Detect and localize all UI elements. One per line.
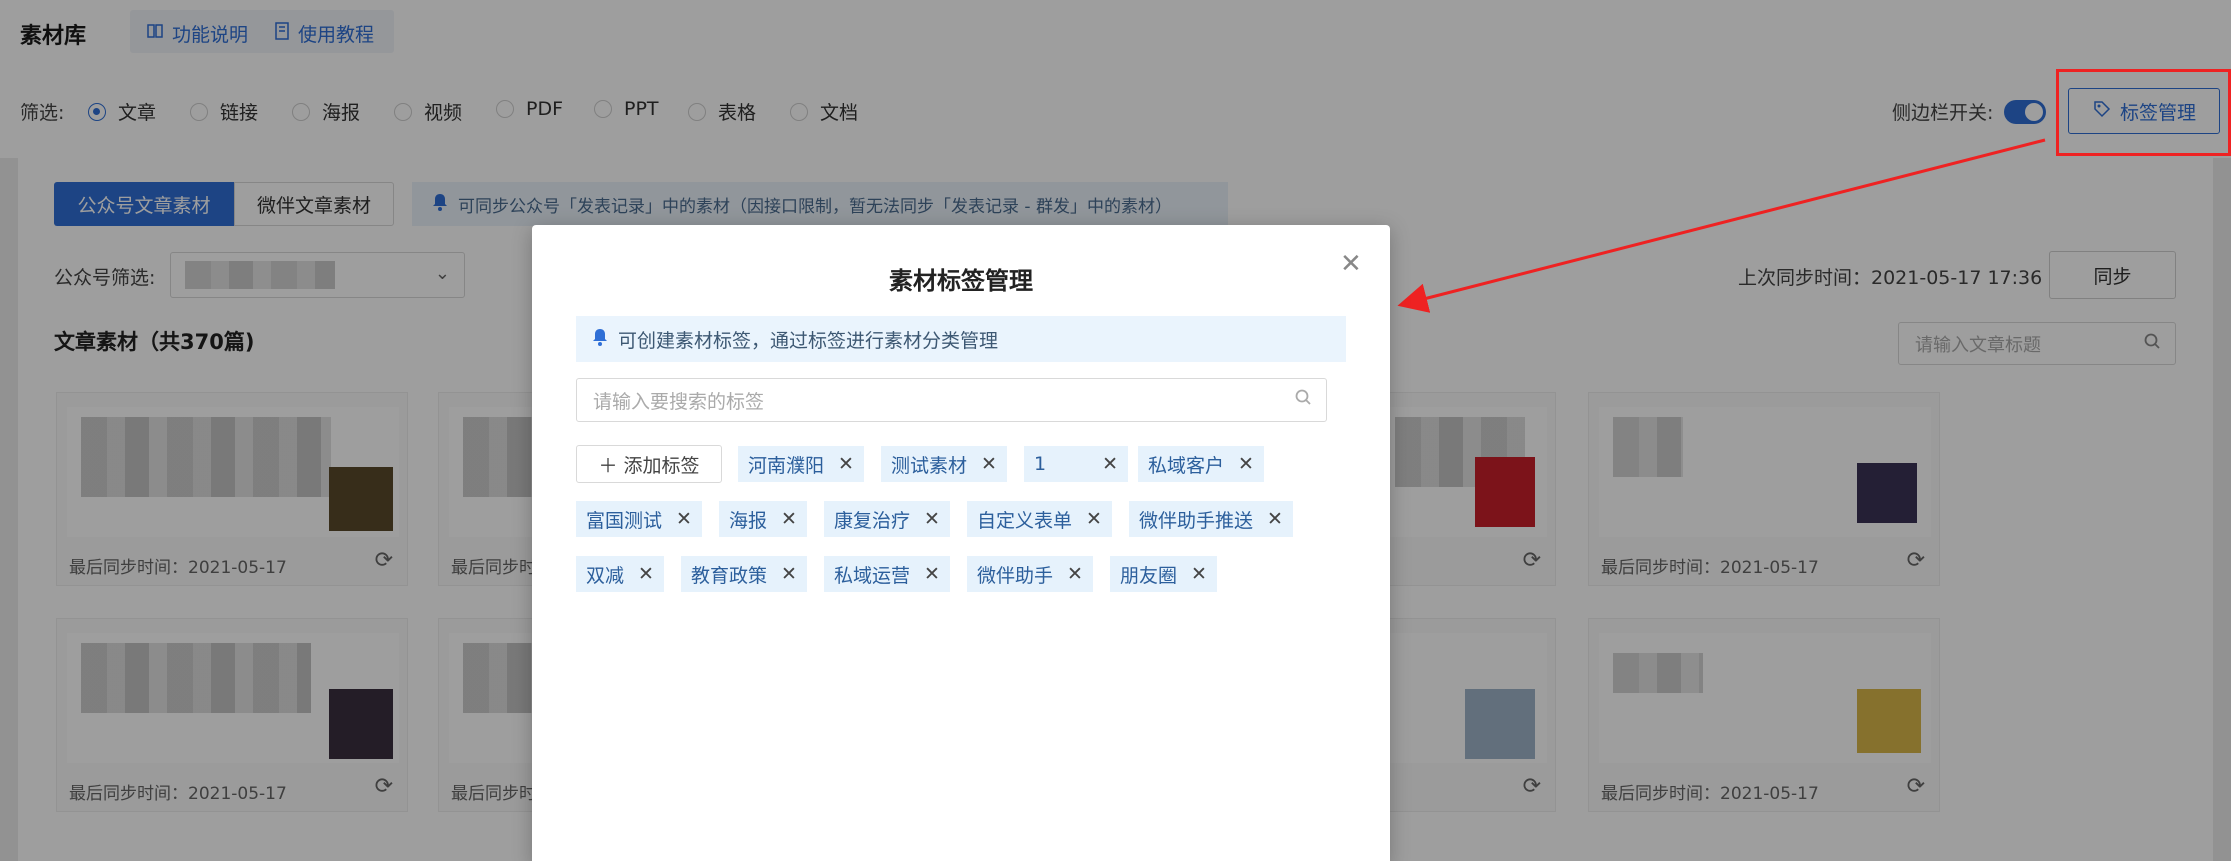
close-icon[interactable]: ✕: [1238, 453, 1254, 475]
search-icon: [1294, 388, 1312, 411]
add-tag-button[interactable]: ＋添加标签: [576, 445, 722, 483]
tag-chip: 微伴助手推送 ✕: [1129, 501, 1293, 537]
add-tag-label: 添加标签: [623, 454, 700, 477]
modal-title: 素材标签管理: [889, 267, 1033, 295]
tag-label: 微伴助手推送: [1139, 509, 1254, 532]
tag-management-modal: 素材标签管理 ✕ 可创建素材标签，通过标签进行素材分类管理 请输入要搜索的标签 …: [532, 225, 1390, 861]
close-icon[interactable]: ✕: [1267, 508, 1283, 530]
modal-notice: 可创建素材标签，通过标签进行素材分类管理: [576, 316, 1346, 362]
close-icon[interactable]: ✕: [1102, 453, 1118, 475]
tag-chip: 私域运营 ✕: [824, 556, 950, 592]
close-icon[interactable]: ✕: [781, 563, 797, 585]
tag-chip: 1 ✕: [1024, 446, 1128, 482]
tag-label: 私域运营: [834, 564, 911, 587]
tag-label: 测试素材: [891, 454, 968, 477]
tag-label: 1: [1034, 453, 1047, 475]
tag-label: 私域客户: [1148, 454, 1225, 477]
close-icon[interactable]: ✕: [1086, 508, 1102, 530]
close-icon[interactable]: ✕: [981, 453, 997, 475]
tag-label: 康复治疗: [834, 509, 911, 532]
tag-label: 教育政策: [691, 564, 768, 587]
tag-chip: 朋友圈 ✕: [1110, 556, 1217, 592]
tag-chip: 自定义表单 ✕: [967, 501, 1112, 537]
close-icon[interactable]: ✕: [781, 508, 797, 530]
tag-chip: 康复治疗 ✕: [824, 501, 950, 537]
tag-chip: 测试素材 ✕: [881, 446, 1007, 482]
close-icon[interactable]: ✕: [1191, 563, 1207, 585]
tag-chip: 教育政策 ✕: [681, 556, 807, 592]
tag-search-placeholder: 请输入要搜索的标签: [593, 390, 765, 413]
close-icon[interactable]: ✕: [838, 453, 854, 475]
highlight-box: [2056, 69, 2231, 156]
bell-icon: [592, 328, 608, 351]
tag-label: 河南濮阳: [748, 454, 825, 477]
plus-icon: ＋: [598, 454, 618, 477]
close-icon[interactable]: ✕: [676, 508, 692, 530]
close-icon[interactable]: ✕: [638, 563, 654, 585]
tag-chip: 海报 ✕: [719, 501, 807, 537]
tag-label: 自定义表单: [977, 509, 1073, 532]
tag-label: 朋友圈: [1120, 564, 1178, 587]
close-icon[interactable]: ✕: [1340, 249, 1362, 279]
tag-chip: 河南濮阳 ✕: [738, 446, 864, 482]
close-icon[interactable]: ✕: [924, 508, 940, 530]
close-icon[interactable]: ✕: [924, 563, 940, 585]
tag-chip: 私域客户 ✕: [1138, 446, 1264, 482]
tag-label: 富国测试: [586, 509, 663, 532]
close-icon[interactable]: ✕: [1067, 563, 1083, 585]
tag-chip: 富国测试 ✕: [576, 501, 702, 537]
tag-search-input[interactable]: 请输入要搜索的标签: [576, 378, 1327, 422]
modal-notice-text: 可创建素材标签，通过标签进行素材分类管理: [618, 329, 999, 352]
tag-chip: 双减 ✕: [576, 556, 664, 592]
tag-chip: 微伴助手 ✕: [967, 556, 1093, 592]
tag-label: 海报: [729, 509, 768, 532]
tag-label: 微伴助手: [977, 564, 1054, 587]
tag-label: 双减: [586, 564, 625, 587]
